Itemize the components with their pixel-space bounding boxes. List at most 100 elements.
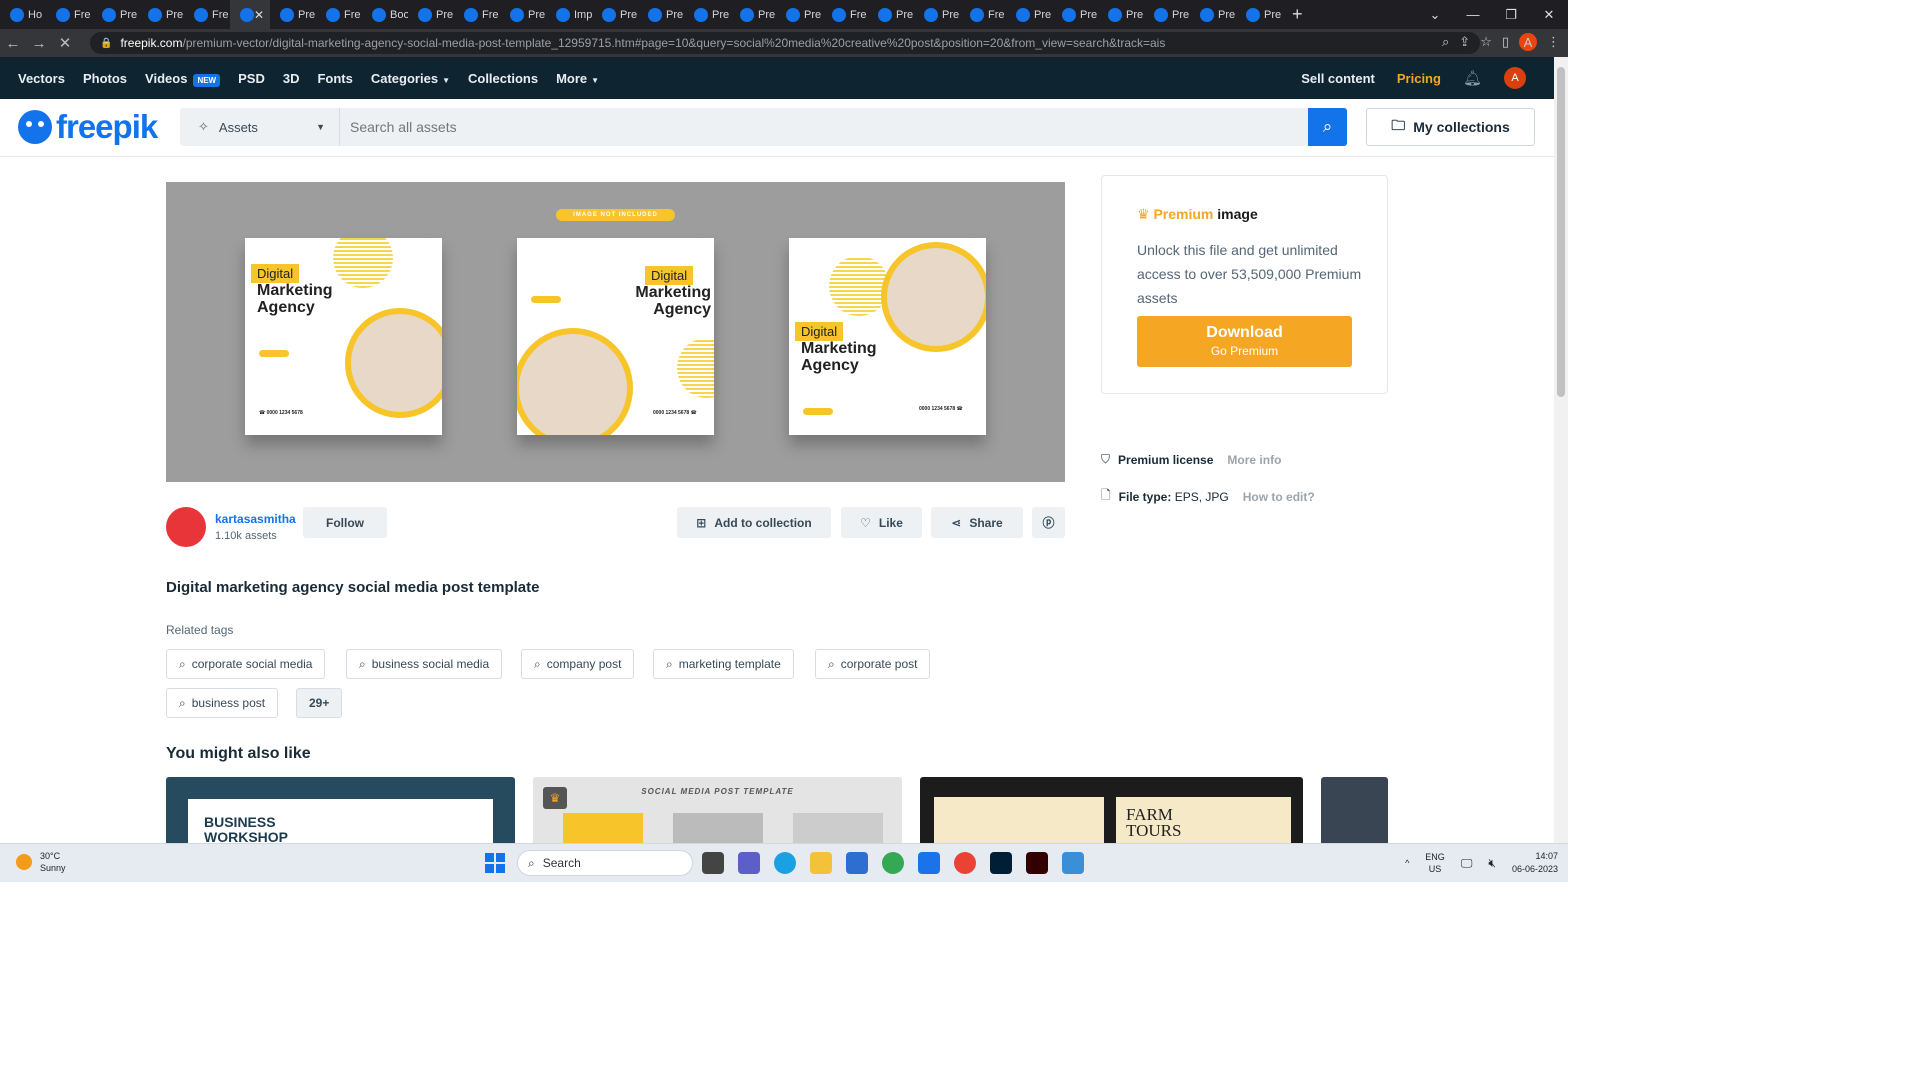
scrollbar-thumb[interactable] — [1557, 67, 1565, 397]
related-thumbnail[interactable]: FARM TOURS — [920, 777, 1303, 843]
browser-tab[interactable]: Fre — [822, 0, 868, 29]
more-info-link[interactable]: More info — [1227, 453, 1281, 467]
store-icon[interactable] — [846, 852, 868, 874]
task-view-icon[interactable] — [702, 852, 724, 874]
network-icon[interactable]: 🖵 — [1461, 856, 1473, 871]
restore-icon[interactable]: ❐ — [1492, 7, 1530, 23]
tag-chip[interactable]: ⌕ business post — [166, 688, 279, 718]
more-tags-button[interactable]: 29+ — [296, 688, 343, 718]
tag-chip[interactable]: ⌕ company post — [521, 649, 635, 679]
clock[interactable]: 14:07 06-06-2023 — [1512, 850, 1558, 876]
browser-tab[interactable]: Fre — [316, 0, 362, 29]
browser-tab[interactable]: Pre — [1006, 0, 1052, 29]
pinterest-button[interactable]: ⓟ — [1032, 507, 1065, 538]
close-tab-icon[interactable]: ✕ — [254, 8, 264, 22]
weather-widget[interactable]: 30°C Sunny — [16, 850, 66, 874]
browser-tab[interactable]: Pre — [270, 0, 316, 29]
app-icon[interactable] — [1062, 852, 1084, 874]
browser-tab[interactable]: Imp — [546, 0, 592, 29]
edge-icon[interactable] — [774, 852, 796, 874]
tag-chip[interactable]: ⌕ corporate social media — [166, 649, 326, 679]
tab-search-icon[interactable]: ⌄ — [1416, 7, 1454, 23]
author-name[interactable]: kartasasmitha — [215, 512, 296, 526]
pricing-link[interactable]: Pricing — [1397, 71, 1441, 86]
user-avatar[interactable]: A — [1504, 67, 1526, 89]
page-scrollbar[interactable] — [1554, 57, 1568, 843]
nav-videos[interactable]: Videos NEW — [145, 71, 221, 87]
browser-tab[interactable]: Ho — [0, 0, 46, 29]
follow-button[interactable]: Follow — [303, 507, 387, 538]
browser-tab[interactable]: Pre — [92, 0, 138, 29]
search-input[interactable] — [340, 108, 1308, 146]
profile-avatar[interactable]: A — [1519, 33, 1537, 51]
related-thumbnail[interactable]: ♛ SOCIAL MEDIA POST TEMPLATE — [533, 777, 902, 843]
windows-start-icon[interactable] — [485, 853, 505, 873]
mail-icon[interactable] — [918, 852, 940, 874]
like-button[interactable]: ♡ Like — [841, 507, 922, 538]
browser-tab[interactable]: Pre — [1098, 0, 1144, 29]
browser-tab[interactable]: Pre — [500, 0, 546, 29]
assets-dropdown[interactable]: ✧ Assets ▼ — [180, 108, 340, 146]
author-avatar[interactable] — [166, 507, 206, 547]
browser-tab[interactable]: Pre — [638, 0, 684, 29]
browser-tab[interactable]: Pre — [730, 0, 776, 29]
how-to-edit-link[interactable]: How to edit? — [1243, 490, 1315, 504]
stop-icon[interactable]: ✕ — [52, 34, 78, 52]
related-thumbnail[interactable]: BUSINESS WORKSHOP — [166, 777, 515, 843]
preview-image[interactable]: IMAGE NOT INCLUDED Digital Marketing Age… — [166, 182, 1065, 482]
browser-tab[interactable]: Pre — [1052, 0, 1098, 29]
nav-psd[interactable]: PSD — [238, 71, 265, 86]
browser-tab[interactable]: Pre — [1236, 0, 1282, 29]
zoom-icon[interactable]: ⌕ — [1442, 34, 1449, 50]
nav-more[interactable]: More ▼ — [556, 71, 599, 86]
browser-tab[interactable]: Fre — [46, 0, 92, 29]
browser-tab[interactable]: Pre — [776, 0, 822, 29]
browser-tab[interactable]: Pre — [868, 0, 914, 29]
share-page-icon[interactable]: ⇪ — [1459, 34, 1470, 50]
browser-tab[interactable]: Fre — [454, 0, 500, 29]
search-button[interactable]: ⌕ — [1308, 108, 1347, 146]
back-icon[interactable]: ← — [0, 35, 26, 52]
file-explorer-icon[interactable] — [810, 852, 832, 874]
browser-tab[interactable]: Fre — [184, 0, 230, 29]
speaker-muted-icon[interactable]: 🔇︎ — [1488, 856, 1496, 871]
share-button[interactable]: ⋖ Share — [931, 507, 1023, 538]
url-field[interactable]: 🔒 freepik.com /premium-vector/digital-ma… — [90, 32, 1480, 54]
browser-tab[interactable]: Pre — [684, 0, 730, 29]
tag-chip[interactable]: ⌕ corporate post — [815, 649, 931, 679]
tag-chip[interactable]: ⌕ marketing template — [653, 649, 794, 679]
nav-categories[interactable]: Categories ▼ — [371, 71, 450, 86]
nav-collections[interactable]: Collections — [468, 71, 538, 86]
forward-icon[interactable]: → — [26, 35, 52, 52]
browser-tab[interactable]: Pre — [1144, 0, 1190, 29]
side-panel-icon[interactable]: ▯ — [1502, 34, 1509, 50]
browser-tab[interactable]: Boo — [362, 0, 408, 29]
chevron-up-icon[interactable]: ^ — [1405, 858, 1409, 868]
browser-tab[interactable]: ✕ — [230, 0, 270, 29]
freepik-logo[interactable]: freepik — [18, 108, 158, 146]
browser-tab[interactable]: Pre — [1190, 0, 1236, 29]
my-collections-button[interactable]: 🗀 My collections — [1366, 108, 1535, 146]
chrome-icon[interactable] — [882, 852, 904, 874]
close-window-icon[interactable]: ✕ — [1530, 7, 1568, 23]
photoshop-icon[interactable] — [990, 852, 1012, 874]
browser-tab[interactable]: Pre — [914, 0, 960, 29]
nav-vectors[interactable]: Vectors — [18, 71, 65, 86]
browser-tab[interactable]: Pre — [138, 0, 184, 29]
browser-tab[interactable]: Pre — [408, 0, 454, 29]
new-tab-icon[interactable]: + — [1292, 4, 1303, 25]
menu-kebab-icon[interactable]: ⋮ — [1547, 34, 1560, 50]
sell-content-link[interactable]: Sell content — [1301, 71, 1375, 86]
add-to-collection-button[interactable]: ⊞ Add to collection — [677, 507, 831, 538]
related-thumbnail[interactable] — [1321, 777, 1388, 843]
language-indicator[interactable]: ENG US — [1425, 851, 1445, 875]
illustrator-icon[interactable] — [1026, 852, 1048, 874]
nav-3d[interactable]: 3D — [283, 71, 300, 86]
nav-fonts[interactable]: Fonts — [317, 71, 352, 86]
bell-icon[interactable]: 🔔︎ — [1463, 69, 1482, 87]
nav-photos[interactable]: Photos — [83, 71, 127, 86]
tag-chip[interactable]: ⌕ business social media — [346, 649, 503, 679]
teams-icon[interactable] — [738, 852, 760, 874]
chrome-profile-icon[interactable] — [954, 852, 976, 874]
bookmark-star-icon[interactable]: ☆ — [1480, 34, 1492, 50]
